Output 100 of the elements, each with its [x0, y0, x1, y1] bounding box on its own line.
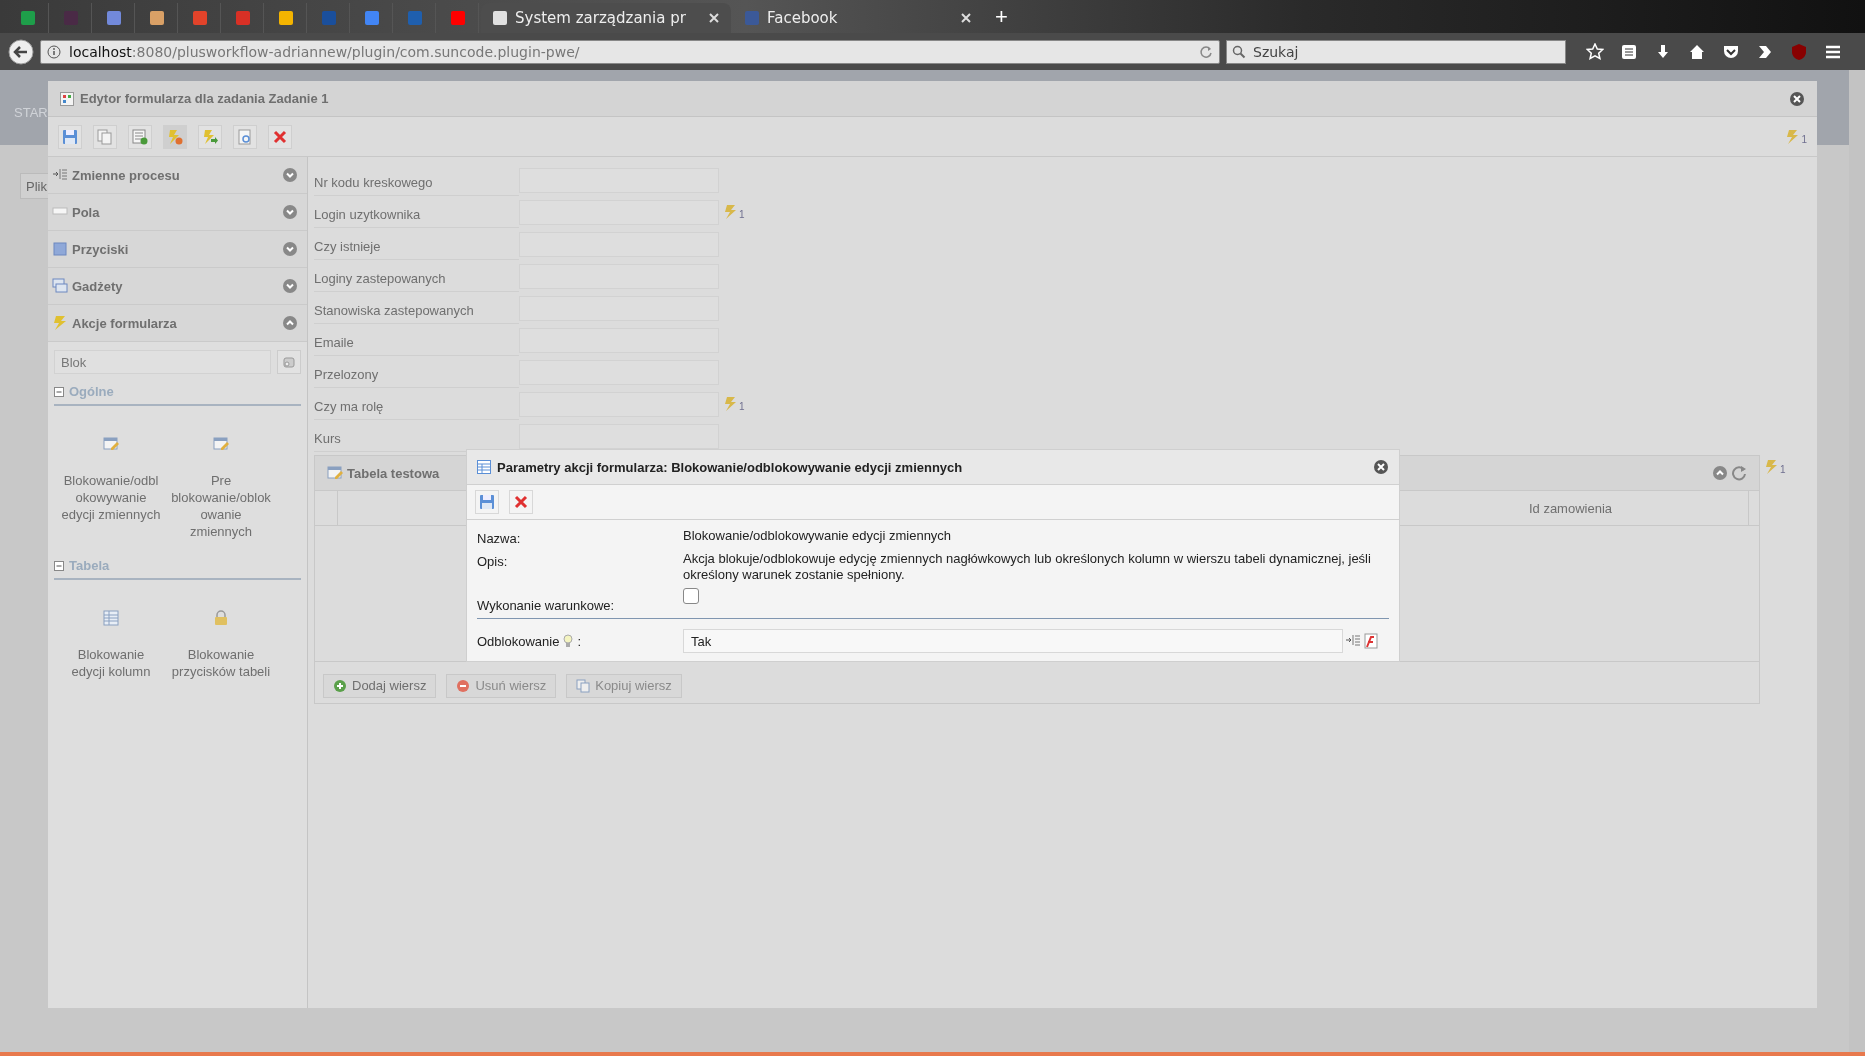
section-title: Akcje formularza — [72, 315, 178, 331]
collapse-icon[interactable] — [1713, 466, 1727, 480]
field-label: Odblokowanie — [477, 633, 560, 649]
table-button[interactable]: Dodaj wiersz — [323, 673, 437, 698]
pencil-form-icon — [327, 465, 343, 481]
section-title: Zmienne procesu — [72, 167, 181, 183]
window-title: Edytor formularza dla zadania Zadanie 1 — [80, 91, 330, 106]
table-add-button[interactable] — [128, 124, 152, 149]
collapse-icon[interactable] — [283, 316, 297, 330]
padlock-icon — [213, 610, 229, 626]
delete-icon — [513, 494, 529, 510]
variables-icon — [52, 167, 68, 183]
search-field[interactable]: Plik — [20, 173, 48, 199]
reading-list-icon[interactable] — [1620, 42, 1638, 61]
input-field[interactable] — [519, 423, 719, 449]
section-title: Przyciski — [72, 241, 130, 257]
lightning-minus-button[interactable] — [163, 124, 187, 149]
pencil-form-icon — [103, 436, 119, 452]
copy-icon — [576, 678, 591, 693]
lightning-minus-icon — [167, 128, 183, 145]
variables-icon[interactable] — [1345, 633, 1361, 649]
square-icon — [52, 241, 68, 257]
collapse-icon[interactable] — [54, 560, 64, 571]
accordion-header[interactable]: Gadżety — [48, 268, 307, 305]
clear-filter-button[interactable] — [277, 350, 301, 374]
close-icon[interactable] — [1789, 90, 1805, 107]
browser-tab[interactable]: Facebook — [733, 3, 983, 33]
expand-icon[interactable] — [283, 242, 297, 256]
filter-field[interactable]: Blok — [54, 350, 271, 374]
actions-badge[interactable]: 1 — [723, 204, 745, 220]
colon-label: : — [577, 633, 581, 649]
close-icon[interactable] — [709, 13, 719, 23]
field-value: Akcja blokuje/odblokowuje edycję zmiennych nagłówkowych lub określonych kolumn w wierszu tabeli dynamicznej, jeśli określony warunek zostanie spełniony. — [683, 551, 1372, 583]
accordion-header[interactable]: Pola — [48, 194, 307, 231]
back-icon[interactable] — [8, 38, 34, 65]
section-title: Pola — [72, 204, 101, 220]
action-count: 1 — [739, 209, 745, 220]
windows-icon — [52, 278, 68, 294]
refresh-icon[interactable] — [1731, 465, 1747, 481]
table-title: Tabela testowa — [347, 465, 440, 481]
lightbulb-icon — [563, 634, 574, 648]
preview-icon — [237, 128, 253, 145]
collapse-icon[interactable] — [54, 386, 64, 397]
preview-button[interactable] — [233, 124, 257, 149]
window-icon — [60, 91, 74, 106]
site-icon — [745, 11, 759, 25]
field-label: Opis: — [477, 553, 509, 569]
toolbox-item[interactable]: Pre blokowanie/oblokowanie zmiennych — [166, 436, 276, 540]
checkbox[interactable] — [683, 588, 699, 604]
accordion-header[interactable]: Zmienne procesu — [48, 157, 307, 194]
field-value: Blokowanie/odblokowywanie edycji zmiennych — [683, 528, 953, 544]
lightning-icon — [52, 315, 68, 331]
field-label: Wykonanie warunkowe: — [477, 597, 616, 613]
accordion-header[interactable]: Przyciski — [48, 231, 307, 268]
function-icon[interactable] — [1363, 633, 1379, 649]
toolbox-item[interactable]: Blokowanie/odblokowywanie edycji zmiennych — [56, 436, 166, 540]
accordion-header[interactable]: Akcje formularza — [48, 305, 307, 342]
lightning-arrow-icon — [202, 128, 218, 145]
minus-icon — [456, 678, 471, 693]
delete-button[interactable] — [509, 490, 533, 514]
search-field[interactable]: Szukaj — [1226, 39, 1566, 64]
action-count: 1 — [1801, 133, 1807, 145]
copy-icon — [97, 128, 113, 145]
site-icon — [493, 11, 507, 25]
pencil-form-icon — [213, 436, 229, 452]
save-button[interactable] — [58, 124, 82, 149]
actions-badge[interactable]: 1 — [1785, 128, 1807, 145]
toolbox-item[interactable]: Blokowanie przycisków tabeli — [166, 610, 276, 680]
expand-icon[interactable] — [283, 168, 297, 182]
home-icon[interactable] — [1688, 42, 1706, 61]
close-icon[interactable] — [1373, 459, 1389, 475]
table-icon — [103, 610, 119, 626]
action-count: 1 — [1780, 464, 1786, 475]
group-title: Ogólne — [69, 384, 114, 399]
table-add-icon — [132, 128, 148, 145]
actions-badge[interactable]: 1 — [723, 396, 745, 412]
save-button[interactable] — [475, 490, 499, 514]
save-icon — [62, 128, 78, 145]
delete-button[interactable] — [268, 124, 292, 149]
expand-icon[interactable] — [283, 205, 297, 219]
item-label: Blokowanie edycji kolumn — [70, 646, 152, 680]
address-bar[interactable]: localhost:8080/plusworkflow-adriannew/plugin/com.suncode.plugin-pwe/ — [40, 39, 1220, 64]
field-label: Nazwa: — [477, 530, 522, 546]
new-tab-button[interactable]: + — [985, 3, 1018, 33]
actions-badge[interactable]: 1 — [1764, 459, 1786, 475]
lightning-arrow-button[interactable] — [198, 124, 222, 149]
tab-title: Facebook — [767, 9, 839, 27]
delete-icon — [272, 128, 288, 145]
item-label: Pre blokowanie/oblokowanie zmiennych — [171, 472, 271, 540]
info-icon — [47, 44, 61, 59]
reload-icon[interactable] — [1199, 44, 1213, 59]
expand-icon[interactable] — [283, 279, 297, 293]
toolbox-item[interactable]: Blokowanie edycji kolumn — [56, 610, 166, 680]
table-icon — [477, 460, 491, 474]
input-field[interactable]: Tak — [683, 629, 1343, 653]
plus-icon — [333, 678, 347, 693]
star-icon[interactable] — [1586, 42, 1604, 61]
close-icon[interactable] — [961, 13, 971, 23]
copy-button[interactable] — [93, 124, 117, 149]
url-text: localhost:8080/plusworkflow-adriannew/plugin/com.suncode.plugin-pwe/ — [69, 43, 581, 60]
